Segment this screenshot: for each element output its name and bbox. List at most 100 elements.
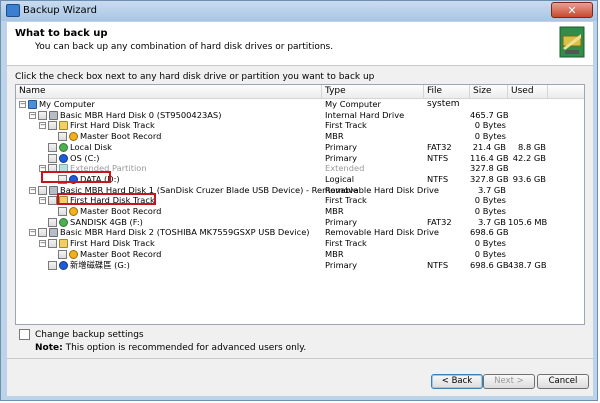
- tree-row[interactable]: Master Boot Record MBR 0 Bytes: [16, 249, 584, 260]
- row-file-system: FAT32: [427, 216, 452, 227]
- row-checkbox[interactable]: [38, 110, 47, 120]
- tree-row[interactable]: − My Computer My Computer: [16, 99, 584, 110]
- disk-tree[interactable]: Name Type File system Size Used − My Comp…: [15, 84, 585, 325]
- row-used: [508, 163, 546, 174]
- row-checkbox[interactable]: [38, 228, 47, 238]
- tree-row[interactable]: Local Disk Primary FAT32 21.4 GB 8.8 GB: [16, 142, 584, 153]
- row-size: 327.8 GB: [470, 163, 509, 174]
- change-backup-settings-checkbox[interactable]: [19, 329, 30, 340]
- row-used: [508, 227, 546, 238]
- app-icon: [6, 4, 20, 17]
- row-label: Local Disk: [70, 141, 112, 152]
- expander-icon[interactable]: −: [39, 122, 46, 130]
- backup-drive-icon: [559, 26, 585, 58]
- row-checkbox[interactable]: [48, 217, 57, 227]
- row-type: First Track: [325, 120, 367, 131]
- row-used: [508, 99, 546, 110]
- row-size: 0 Bytes: [474, 206, 506, 216]
- row-size: 3.7 GB: [478, 184, 506, 195]
- expander-icon[interactable]: −: [29, 229, 36, 237]
- expander-icon[interactable]: −: [29, 186, 36, 194]
- expander-icon[interactable]: −: [19, 101, 26, 108]
- row-file-system: FAT32: [427, 141, 452, 152]
- row-checkbox[interactable]: [58, 249, 67, 259]
- row-label: Basic MBR Hard Disk 0 (ST9500423AS): [60, 109, 222, 120]
- col-header-type[interactable]: Type: [322, 85, 424, 98]
- row-label: Basic MBR Hard Disk 2 (TOSHIBA MK7559GSX…: [60, 227, 310, 238]
- tree-row[interactable]: OS (C:) Primary NTFS 116.4 GB 42.2 GB: [16, 153, 584, 164]
- wizard-body: What to back up You can back up any comb…: [7, 22, 593, 396]
- row-checkbox[interactable]: [48, 142, 57, 152]
- row-type: MBR: [325, 131, 344, 142]
- next-button[interactable]: Next >: [483, 374, 535, 389]
- row-checkbox[interactable]: [38, 185, 47, 195]
- mbr-icon: [69, 207, 78, 216]
- change-backup-settings-label[interactable]: Change backup settings: [35, 330, 144, 340]
- title-bar[interactable]: Backup Wizard ✕: [1, 1, 597, 21]
- expander-icon[interactable]: −: [29, 111, 36, 119]
- tree-row[interactable]: − Basic MBR Hard Disk 2 (TOSHIBA MK7559GS…: [16, 227, 584, 238]
- row-type: Primary: [325, 216, 358, 227]
- row-size: 0 Bytes: [474, 248, 506, 259]
- row-size: 0 Bytes: [474, 120, 506, 131]
- row-file-system: NTFS: [427, 259, 449, 270]
- mbr-icon: [69, 132, 78, 142]
- row-type: Primary: [325, 152, 358, 163]
- row-checkbox[interactable]: [58, 207, 67, 216]
- col-header-size[interactable]: Size: [470, 85, 508, 98]
- row-size: 3.7 GB: [478, 216, 506, 227]
- row-label: Master Boot Record: [80, 131, 162, 142]
- cancel-button[interactable]: Cancel: [537, 374, 589, 389]
- row-type: MBR: [325, 206, 344, 216]
- row-checkbox[interactable]: [58, 132, 67, 142]
- tree-row[interactable]: 新增磁碟區 (G:) Primary NTFS 698.6 GB 438.7 GB: [16, 260, 584, 271]
- tree-row[interactable]: − Basic MBR Hard Disk 0 (ST9500423AS) Inte…: [16, 110, 584, 121]
- mbr-icon: [69, 249, 78, 259]
- row-used: [508, 206, 546, 217]
- expander-icon[interactable]: −: [39, 197, 46, 205]
- row-type: Extended: [325, 163, 365, 174]
- track-icon: [59, 239, 68, 249]
- row-size: 0 Bytes: [474, 131, 506, 142]
- row-checkbox[interactable]: [48, 239, 57, 249]
- row-file-system: NTFS: [427, 173, 449, 184]
- row-used: 93.6 GB: [512, 173, 546, 184]
- row-size: 327.8 GB: [470, 173, 509, 184]
- tree-row[interactable]: Master Boot Record MBR 0 Bytes: [16, 131, 584, 142]
- row-type: MBR: [325, 248, 344, 259]
- row-label: SANDISK 4GB (F:): [70, 216, 143, 227]
- row-checkbox[interactable]: [48, 260, 57, 270]
- hard-disk-icon: [49, 228, 58, 238]
- row-used: [508, 131, 546, 142]
- close-button[interactable]: ✕: [551, 2, 593, 18]
- partition-icon: [59, 142, 68, 152]
- tree-row[interactable]: − First Hard Disk Track First Track 0 Bytes: [16, 238, 584, 249]
- row-checkbox[interactable]: [48, 196, 57, 206]
- back-button[interactable]: < Back: [431, 374, 483, 389]
- row-type: Removable Hard Disk Drive: [325, 184, 440, 195]
- row-type: Logical: [325, 173, 355, 184]
- col-header-file-system[interactable]: File system: [424, 85, 470, 109]
- col-header-name[interactable]: Name: [16, 85, 322, 98]
- tree-row[interactable]: Master Boot Record MBR 0 Bytes: [16, 206, 584, 217]
- row-used: [508, 238, 546, 249]
- row-used: 438.7 GB: [508, 259, 547, 270]
- partition-icon: [59, 153, 68, 163]
- expander-icon[interactable]: −: [39, 240, 46, 248]
- row-size: [470, 99, 506, 110]
- tree-row[interactable]: − First Hard Disk Track First Track 0 Bytes: [16, 120, 584, 131]
- track-icon: [59, 121, 68, 131]
- row-type: Internal Hard Drive: [325, 109, 405, 120]
- header-title: What to back up: [15, 28, 108, 39]
- col-header-used[interactable]: Used: [508, 85, 548, 98]
- row-used: [508, 110, 546, 121]
- row-used: [508, 249, 546, 260]
- instruction-text: Click the check box next to any hard dis…: [15, 72, 375, 82]
- row-used: 105.6 MB: [508, 216, 548, 227]
- highlight-data-d: [57, 193, 156, 205]
- row-size: 698.6 GB: [470, 259, 509, 270]
- tree-row[interactable]: SANDISK 4GB (F:) Primary FAT32 3.7 GB 105.6 …: [16, 217, 584, 228]
- row-type: First Track: [325, 238, 367, 249]
- row-checkbox[interactable]: [48, 121, 57, 131]
- row-checkbox[interactable]: [48, 153, 57, 163]
